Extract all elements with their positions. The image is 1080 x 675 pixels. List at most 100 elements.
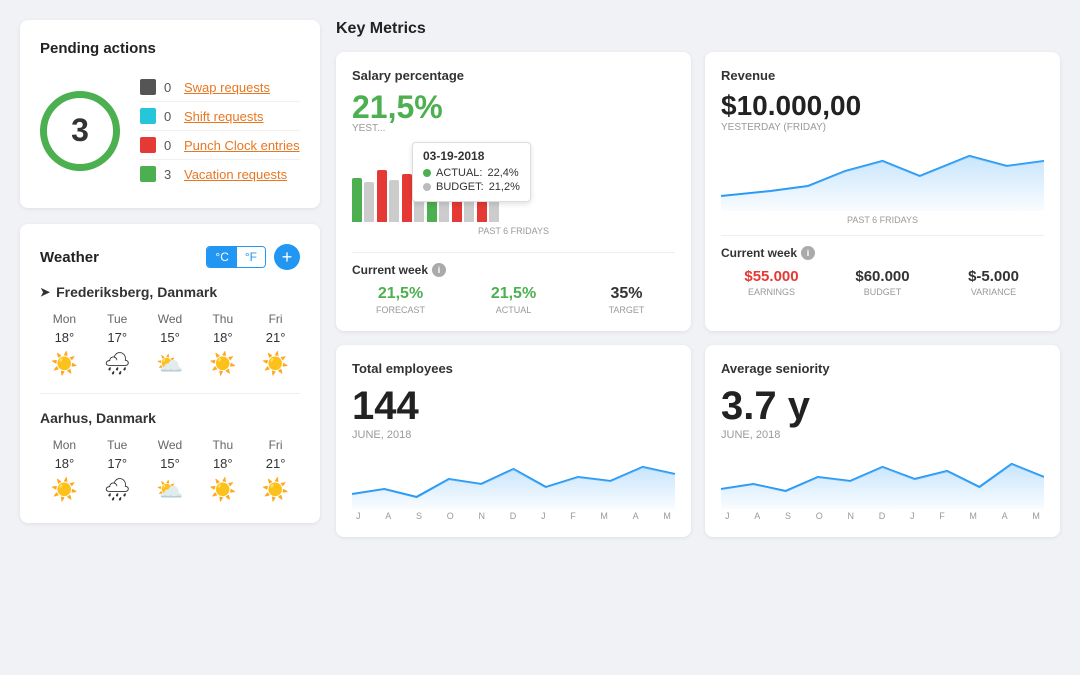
revenue-card: Revenue $10.000,00 YESTERDAY (FRIDAY) xyxy=(705,52,1060,331)
punch-dot xyxy=(140,137,156,153)
bar-g3-actual xyxy=(402,174,412,222)
salary-cw-values: 21,5% FORECAST 21,5% ACTUAL 35% TARGET xyxy=(352,285,675,315)
revenue-info-icon[interactable]: i xyxy=(801,246,815,260)
salary-target: 35% TARGET xyxy=(578,285,675,315)
action-item-punch: 0 Punch Clock entries xyxy=(140,131,300,160)
day-thu-1: Thu 18° ☀️ xyxy=(198,312,247,377)
actions-list: 0 Swap requests 0 Shift requests 0 Punch… xyxy=(140,73,300,188)
salary-tooltip: 03-19-2018 ACTUAL: 22,4% BUDGET: 21,2% xyxy=(412,142,531,202)
tooltip-actual-dot xyxy=(423,169,431,177)
celsius-btn[interactable]: °C xyxy=(207,247,236,267)
salary-actual-value: 21,5% xyxy=(465,285,562,303)
revenue-cw-values: $55.000 EARNINGS $60.000 BUDGET $-5.000 … xyxy=(721,268,1044,297)
right-col: Key Metrics Salary percentage 21,5% YEST… xyxy=(336,20,1060,537)
salary-chart-area: 03-19-2018 ACTUAL: 22,4% BUDGET: 21,2% xyxy=(352,142,675,242)
bar-g2-actual xyxy=(377,170,387,222)
revenue-chart-label: PAST 6 FRIDAYS xyxy=(721,215,1044,225)
seniority-months: J A S O N D J F M A M xyxy=(721,511,1044,521)
seniority-period: JUNE, 2018 xyxy=(721,429,1044,441)
revenue-cw-title: Current week i xyxy=(721,235,1044,260)
revenue-chart xyxy=(721,141,1044,211)
day-thu-2: Thu 18° ☀️ xyxy=(198,438,247,503)
swap-link[interactable]: Swap requests xyxy=(184,80,270,95)
tooltip-budget-label: BUDGET: xyxy=(436,181,484,193)
bar-group-2 xyxy=(377,170,399,222)
salary-actual-label: ACTUAL xyxy=(465,305,562,315)
seniority-value: 3.7 y xyxy=(721,384,1044,429)
salary-forecast: 21,5% FORECAST xyxy=(352,285,449,315)
action-item-shift: 0 Shift requests xyxy=(140,102,300,131)
bar-g1-actual xyxy=(352,178,362,222)
seniority-card: Average seniority 3.7 y JUNE, 2018 xyxy=(705,345,1060,537)
vacation-link[interactable]: Vacation requests xyxy=(184,167,287,182)
swap-count: 0 xyxy=(164,80,176,95)
pending-title: Pending actions xyxy=(40,40,300,57)
weather-grid-1: Mon 18° ☀️ Tue 17° 🌧 Wed 15° ⛅ xyxy=(40,312,300,377)
bar-group-1 xyxy=(352,178,374,222)
employees-value: 144 xyxy=(352,384,675,429)
day-fri-1: Fri 21° ☀️ xyxy=(251,312,300,377)
revenue-title: Revenue xyxy=(721,68,1044,83)
add-location-btn[interactable]: + xyxy=(274,244,300,270)
employees-card: Total employees 144 JUNE, 2018 xyxy=(336,345,691,537)
employees-chart xyxy=(352,449,675,509)
vacation-count: 3 xyxy=(164,167,176,182)
tooltip-actual-row: ACTUAL: 22,4% xyxy=(423,167,520,179)
tooltip-actual-value: 22,4% xyxy=(487,167,518,179)
salary-card: Salary percentage 21,5% YEST... 03-19-20… xyxy=(336,52,691,331)
metrics-grid-top: Salary percentage 21,5% YEST... 03-19-20… xyxy=(336,52,1060,331)
seniority-chart xyxy=(721,449,1044,509)
weather-card: Weather °C °F + ➤ Frederiksberg, Danmark xyxy=(20,224,320,523)
shift-count: 0 xyxy=(164,109,176,124)
day-wed-1: Wed 15° ⛅ xyxy=(146,312,195,377)
punch-link[interactable]: Punch Clock entries xyxy=(184,138,300,153)
tooltip-actual-label: ACTUAL: xyxy=(436,167,482,179)
shift-dot xyxy=(140,108,156,124)
temp-toggle: °C °F xyxy=(206,246,266,268)
revenue-value: $10.000,00 xyxy=(721,91,1044,122)
day-wed-2: Wed 15° ⛅ xyxy=(146,438,195,503)
seniority-title: Average seniority xyxy=(721,361,1044,376)
tooltip-budget-dot xyxy=(423,183,431,191)
revenue-budget-label: BUDGET xyxy=(832,287,933,297)
action-item-vacation: 3 Vacation requests xyxy=(140,160,300,188)
salary-cw-row: Current week i xyxy=(352,252,675,277)
employees-months: J A S O N D J F M A M xyxy=(352,511,675,521)
revenue-variance-value: $-5.000 xyxy=(943,268,1044,285)
salary-value: 21,5% xyxy=(352,91,675,123)
revenue-earnings-label: EARNINGS xyxy=(721,287,822,297)
key-metrics-title: Key Metrics xyxy=(336,20,1060,38)
salary-cw-title: Current week i xyxy=(352,263,446,277)
salary-info-icon[interactable]: i xyxy=(432,263,446,277)
bar-g2-budget xyxy=(389,180,399,222)
salary-target-value: 35% xyxy=(578,285,675,303)
pending-actions-card: Pending actions 3 0 Swap requests 0 Shif… xyxy=(20,20,320,208)
weather-header: Weather °C °F + xyxy=(40,244,300,270)
tooltip-date: 03-19-2018 xyxy=(423,149,520,163)
day-fri-2: Fri 21° ☀️ xyxy=(251,438,300,503)
salary-title: Salary percentage xyxy=(352,68,675,83)
weather-grid-2: Mon 18° ☀️ Tue 17° 🌧 Wed 15° ⛅ xyxy=(40,438,300,503)
location-aarhus: Aarhus, Danmark Mon 18° ☀️ Tue 17° 🌧 Wed xyxy=(40,410,300,503)
day-tue-1: Tue 17° 🌧 xyxy=(93,312,142,377)
revenue-variance: $-5.000 VARIANCE xyxy=(943,268,1044,297)
day-mon-1: Mon 18° ☀️ xyxy=(40,312,89,377)
tooltip-budget-row: BUDGET: 21,2% xyxy=(423,181,520,193)
weather-title: Weather xyxy=(40,249,99,266)
location-name-2: Aarhus, Danmark xyxy=(40,410,300,426)
salary-forecast-value: 21,5% xyxy=(352,285,449,303)
swap-dot xyxy=(140,79,156,95)
weather-divider xyxy=(40,393,300,394)
metrics-grid-bottom: Total employees 144 JUNE, 2018 xyxy=(336,345,1060,537)
tooltip-budget-value: 21,2% xyxy=(489,181,520,193)
revenue-svg xyxy=(721,141,1044,211)
pending-badge: 3 xyxy=(40,91,120,171)
revenue-budget: $60.000 BUDGET xyxy=(832,268,933,297)
salary-target-label: TARGET xyxy=(578,305,675,315)
action-item-swap: 0 Swap requests xyxy=(140,73,300,102)
shift-link[interactable]: Shift requests xyxy=(184,109,264,124)
fahrenheit-btn[interactable]: °F xyxy=(237,247,265,267)
revenue-variance-label: VARIANCE xyxy=(943,287,1044,297)
employees-svg xyxy=(352,449,675,509)
seniority-svg xyxy=(721,449,1044,509)
